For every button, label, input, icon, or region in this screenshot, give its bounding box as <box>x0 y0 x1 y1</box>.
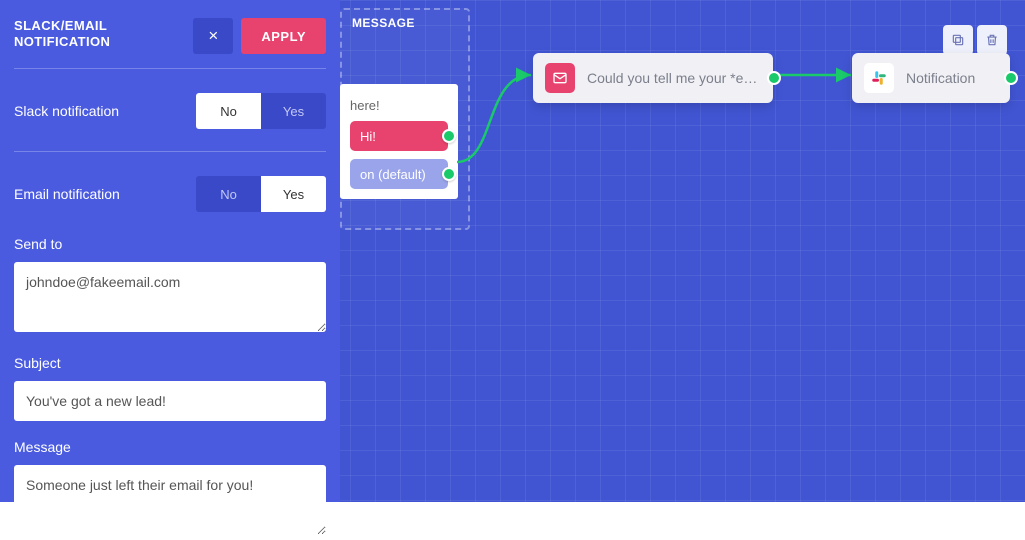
message-label: Message <box>14 439 326 455</box>
connector-dot[interactable] <box>767 71 781 85</box>
apply-button[interactable]: APPLY <box>241 18 326 54</box>
sendto-label: Send to <box>14 236 326 252</box>
reply-hi[interactable]: Hi! <box>350 121 448 151</box>
slack-toggle[interactable]: No Yes <box>196 93 326 129</box>
subject-label: Subject <box>14 355 326 371</box>
close-button[interactable]: × <box>193 18 233 54</box>
reply-default[interactable]: on (default) <box>350 159 448 189</box>
panel-title: SLACK/EMAILNOTIFICATION <box>14 18 110 51</box>
notification-node-label: Notification <box>906 70 975 86</box>
greeting-text: here! <box>350 98 448 113</box>
sendto-input[interactable]: <span></span> <box>14 262 326 332</box>
email-node[interactable]: Could you tell me your *e… <box>533 53 773 103</box>
connector-dot[interactable] <box>442 167 456 181</box>
connector-dot[interactable] <box>442 129 456 143</box>
node-body: here! Hi! on (default) <box>340 84 458 199</box>
email-toggle-label: Email notification <box>14 186 120 202</box>
email-toggle-no[interactable]: No <box>196 176 261 212</box>
node-title: MESSAGE <box>352 16 415 30</box>
email-icon <box>545 63 575 93</box>
message-node[interactable]: MESSAGE here! Hi! on (default) <box>340 8 470 230</box>
message-input[interactable] <box>14 465 326 535</box>
notification-node[interactable]: Notification <box>852 53 1010 103</box>
email-toggle[interactable]: No Yes <box>196 176 326 212</box>
slack-icon <box>864 63 894 93</box>
email-node-label: Could you tell me your *e… <box>587 70 757 86</box>
delete-button[interactable] <box>977 25 1007 55</box>
connector-dot[interactable] <box>1004 71 1018 85</box>
connector-line <box>775 70 860 82</box>
slack-toggle-no[interactable]: No <box>196 93 261 129</box>
subject-input[interactable] <box>14 381 326 421</box>
config-panel: SLACK/EMAILNOTIFICATION × APPLY Slack no… <box>0 0 340 502</box>
canvas-toolbar <box>943 25 1007 55</box>
flow-canvas[interactable]: MESSAGE here! Hi! on (default) Could you… <box>0 0 1025 502</box>
slack-toggle-label: Slack notification <box>14 103 119 119</box>
slack-toggle-yes[interactable]: Yes <box>261 93 326 129</box>
email-toggle-yes[interactable]: Yes <box>261 176 326 212</box>
copy-button[interactable] <box>943 25 973 55</box>
connector-line <box>455 70 545 180</box>
